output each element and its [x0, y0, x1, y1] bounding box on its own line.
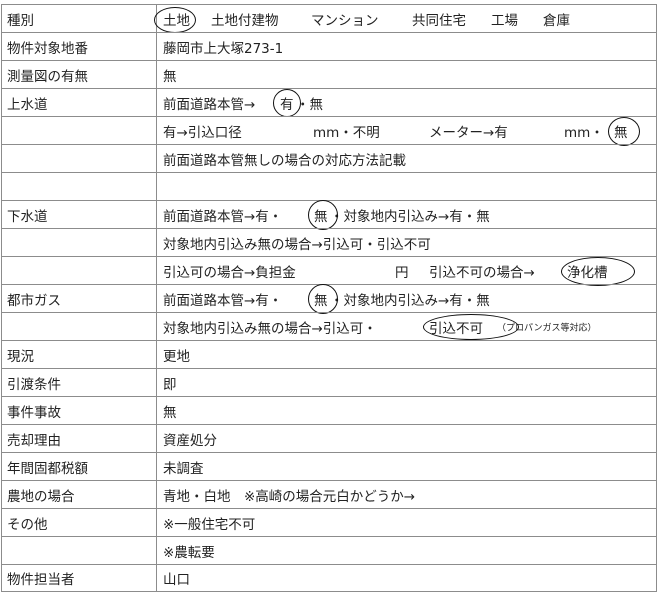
row-value: 引込可の場合→負担金 円 引込不可の場合→ 浄化槽: [156, 257, 657, 286]
gas-main-text: 前面道路本管→有・: [163, 292, 283, 309]
gas-main-none: 無: [314, 292, 328, 309]
table-row-sale-reason: 売却理由 資産処分: [1, 424, 657, 452]
row-label: [1, 117, 156, 144]
table-row-agent: 物件担当者 山口: [1, 564, 657, 592]
row-label: 農地の場合: [1, 481, 156, 508]
table-row-sewer-fee: 引込可の場合→負担金 円 引込不可の場合→ 浄化槽: [1, 256, 657, 286]
row-label: 現況: [1, 341, 156, 368]
row-value: 前面道路本管→有・ 無 ・対象地内引込み→有・無: [156, 284, 657, 314]
row-label: [1, 145, 156, 172]
row-value: 無: [156, 61, 657, 88]
water-main-no: ・無: [296, 96, 323, 113]
row-value: 有→引込口径 mm・不明 メーター→有 mm・ 無: [156, 117, 657, 146]
row-value: 対象地内引込み無の場合→引込可・引込不可: [156, 229, 657, 256]
gas-intake-possible: 対象地内引込み無の場合→引込可・: [163, 320, 377, 337]
row-value: 未調査: [156, 453, 657, 480]
table-row-water-detail: 有→引込口径 mm・不明 メーター→有 mm・ 無: [1, 116, 657, 146]
table-row-delivery: 引渡条件 即: [1, 368, 657, 396]
row-label: 下水道: [1, 201, 156, 228]
type-option-factory: 工場: [491, 12, 518, 29]
row-label: 都市ガス: [1, 285, 156, 312]
row-label: [1, 257, 156, 284]
table-row-water-note: 前面道路本管無しの場合の対応方法記載: [1, 144, 657, 172]
row-label: 上水道: [1, 89, 156, 116]
row-label: 事件事故: [1, 397, 156, 424]
gas-intake-impossible: 引込不可: [429, 320, 483, 337]
row-value: 前面道路本管無しの場合の対応方法記載: [156, 145, 657, 172]
row-label: 年間固都税額: [1, 453, 156, 480]
table-row-incident: 事件事故 無: [1, 396, 657, 424]
type-option-land: 土地: [163, 12, 190, 29]
type-option-mansion: マンション: [311, 12, 379, 29]
row-label: その他: [1, 509, 156, 536]
row-label: [1, 173, 156, 200]
table-row-other: その他 ※一般住宅不可: [1, 508, 657, 536]
row-value: 更地: [156, 341, 657, 368]
row-label: 物件対象地番: [1, 33, 156, 60]
type-option-land-building: 土地付建物: [211, 12, 279, 29]
table-row-condition: 現況 更地: [1, 340, 657, 368]
meter-none: 無: [614, 124, 628, 141]
meter-yes-text: メーター→有: [429, 124, 508, 141]
sewer-main-none: 無: [314, 208, 328, 225]
table-row-type: 種別 土地 土地付建物 マンション 共同住宅 工場 倉庫: [1, 4, 657, 33]
table-row-city-gas: 都市ガス 前面道路本管→有・ 無 ・対象地内引込み→有・無: [1, 284, 657, 314]
row-label: 測量図の有無: [1, 61, 156, 88]
sewer-main-text: 前面道路本管→有・: [163, 208, 283, 225]
row-label: 引渡条件: [1, 369, 156, 396]
water-main-text: 前面道路本管→: [163, 96, 256, 113]
row-value: 即: [156, 369, 657, 396]
row-value: 対象地内引込み無の場合→引込可・ 引込不可 （プロパンガス等対応）: [156, 313, 657, 340]
sewer-intake-text: ・対象地内引込み→有・無: [330, 208, 490, 225]
table-row-blank: [1, 172, 657, 200]
row-value: ※一般住宅不可: [156, 509, 657, 536]
propane-note: （プロパンガス等対応）: [497, 323, 597, 333]
table-row-lot-number: 物件対象地番 藤岡市上大塚273-1: [1, 32, 657, 60]
table-row-gas-intake: 対象地内引込み無の場合→引込可・ 引込不可 （プロパンガス等対応）: [1, 312, 657, 340]
table-row-survey-map: 測量図の有無 無: [1, 60, 657, 88]
table-row-sewer: 下水道 前面道路本管→有・ 無 ・対象地内引込み→有・無: [1, 200, 657, 230]
row-value: 前面道路本管→有・ 無 ・対象地内引込み→有・無: [156, 200, 657, 230]
intake-diameter-text: 有→引込口径: [163, 124, 242, 141]
row-value: ※農転要: [156, 537, 657, 564]
row-label: [1, 313, 156, 340]
row-value: 資産処分: [156, 425, 657, 452]
property-info-table: 種別 土地 土地付建物 マンション 共同住宅 工場 倉庫 物件対象地番 藤岡市上…: [1, 4, 657, 592]
sewer-impossible-text: 引込不可の場合→: [429, 264, 535, 281]
row-value: [156, 173, 657, 200]
sewer-fee-yen: 円: [395, 264, 409, 281]
table-row-annual-tax: 年間固都税額 未調査: [1, 452, 657, 480]
type-option-warehouse: 倉庫: [543, 12, 570, 29]
meter-mm-text: mm・: [564, 124, 604, 141]
row-label: [1, 229, 156, 256]
table-row-farmland: 農地の場合 青地・白地 ※高崎の場合元白かどうか→: [1, 480, 657, 508]
row-value: 前面道路本管→ 有 ・無: [156, 89, 657, 117]
table-row-sewer-intake: 対象地内引込み無の場合→引込可・引込不可: [1, 228, 657, 256]
sewer-fee-text: 引込可の場合→負担金: [163, 264, 296, 281]
gas-intake-text: ・対象地内引込み→有・無: [330, 292, 490, 309]
row-label: 物件担当者: [1, 565, 156, 591]
septic-tank: 浄化槽: [567, 264, 608, 281]
row-value: 山口: [156, 565, 657, 591]
row-label: 種別: [1, 5, 156, 32]
intake-mm-unknown: mm・不明: [313, 124, 380, 141]
row-label: [1, 537, 156, 564]
row-value: 藤岡市上大塚273-1: [156, 33, 657, 60]
type-option-apartment: 共同住宅: [412, 12, 466, 29]
table-row-water-supply: 上水道 前面道路本管→ 有 ・無: [1, 88, 657, 117]
row-value: 土地 土地付建物 マンション 共同住宅 工場 倉庫: [154, 5, 657, 33]
water-main-yes: 有: [280, 96, 294, 113]
row-label: 売却理由: [1, 425, 156, 452]
row-value: 青地・白地 ※高崎の場合元白かどうか→: [156, 481, 657, 508]
table-row-other-2: ※農転要: [1, 536, 657, 564]
row-value: 無: [156, 397, 657, 424]
